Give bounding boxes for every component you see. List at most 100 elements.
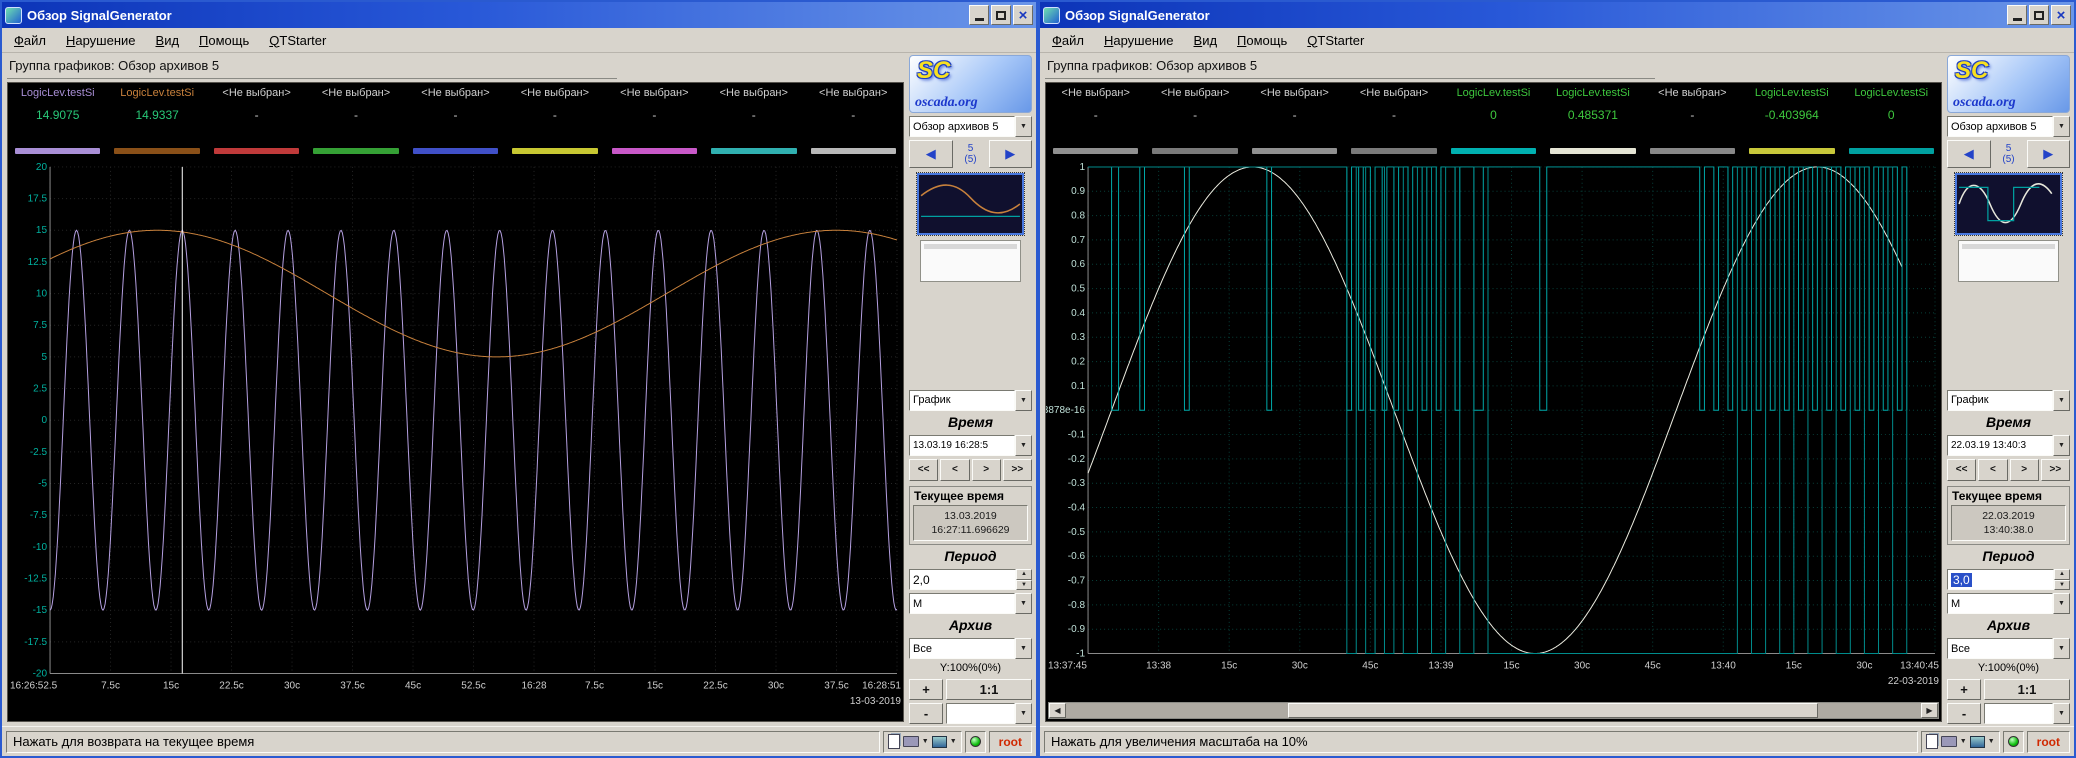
printer-icon[interactable] bbox=[903, 736, 919, 747]
spin-up-icon[interactable]: ▲ bbox=[2054, 569, 2070, 580]
scrollbar-thumb[interactable] bbox=[1288, 703, 1818, 718]
channel-selector[interactable]: <Не выбран>- bbox=[1344, 83, 1443, 161]
step-forward-button[interactable]: > bbox=[2010, 459, 2039, 481]
step-fast-forward-button[interactable]: >> bbox=[1003, 459, 1032, 481]
channel-selector[interactable]: LogicLev.testSi0.485371 bbox=[1543, 83, 1642, 161]
menu-item-файл[interactable]: Файл bbox=[1043, 31, 1093, 50]
period-spinbox[interactable]: 3,0 ▲ ▼ bbox=[1947, 569, 2070, 590]
view-combo[interactable]: График ▼ bbox=[1947, 390, 2070, 411]
chevron-down-icon[interactable]: ▼ bbox=[1015, 593, 1032, 614]
chevron-down-icon[interactable]: ▼ bbox=[950, 738, 957, 745]
chevron-down-icon[interactable]: ▼ bbox=[1015, 435, 1032, 456]
step-fast-back-button[interactable]: << bbox=[1947, 459, 1976, 481]
spin-down-icon[interactable]: ▼ bbox=[1016, 580, 1032, 591]
chevron-down-icon[interactable]: ▼ bbox=[2053, 116, 2070, 137]
step-fast-back-button[interactable]: << bbox=[909, 459, 938, 481]
prev-page-button[interactable]: ◀ bbox=[1947, 140, 1991, 168]
menu-item-вид[interactable]: Вид bbox=[147, 31, 189, 50]
archive-combo[interactable]: Все ▼ bbox=[1947, 638, 2070, 659]
close-button[interactable]: × bbox=[1013, 5, 1033, 25]
display-icon[interactable] bbox=[1970, 736, 1985, 748]
printer-icon[interactable] bbox=[1941, 736, 1957, 747]
titlebar[interactable]: Обзор SignalGenerator × bbox=[2, 2, 1036, 28]
chevron-down-icon[interactable]: ▼ bbox=[1015, 703, 1032, 724]
zoom-out-button[interactable]: - bbox=[909, 703, 943, 724]
minimize-button[interactable] bbox=[969, 5, 989, 25]
step-forward-button[interactable]: > bbox=[972, 459, 1001, 481]
period-spinbox[interactable]: 2,0 ▲ ▼ bbox=[909, 569, 1032, 590]
scale-combo[interactable]: ▼ bbox=[1984, 703, 2070, 724]
next-page-button[interactable]: ▶ bbox=[989, 140, 1033, 168]
scroll-left-icon[interactable]: ◀ bbox=[1049, 703, 1066, 718]
menu-item-qtstarter[interactable]: QTStarter bbox=[1298, 31, 1373, 50]
chevron-down-icon[interactable]: ▼ bbox=[2053, 703, 2070, 724]
titlebar[interactable]: Обзор SignalGenerator × bbox=[1040, 2, 2074, 28]
archive-group-combo[interactable]: Обзор архивов 5 ▼ bbox=[1947, 116, 2070, 137]
zoom-in-button[interactable]: + bbox=[1947, 679, 1981, 700]
zoom-reset-button[interactable]: 1:1 bbox=[1984, 679, 2070, 700]
spin-up-icon[interactable]: ▲ bbox=[1016, 569, 1032, 580]
channel-selector[interactable]: <Не выбран>- bbox=[406, 83, 505, 161]
channel-selector[interactable]: LogicLev.testSi14.9075 bbox=[8, 83, 107, 161]
chevron-down-icon[interactable]: ▼ bbox=[2053, 435, 2070, 456]
chevron-down-icon[interactable]: ▼ bbox=[1015, 638, 1032, 659]
menu-item-нарушение[interactable]: Нарушение bbox=[57, 31, 145, 50]
trend-thumbnail[interactable] bbox=[1955, 173, 2062, 235]
zoom-reset-button[interactable]: 1:1 bbox=[946, 679, 1032, 700]
prev-page-button[interactable]: ◀ bbox=[909, 140, 953, 168]
chevron-down-icon[interactable]: ▼ bbox=[2053, 593, 2070, 614]
trend-plot[interactable]: 16:26:52.57.5с15с22.5с30с37.5с45с52.5с16… bbox=[8, 161, 903, 721]
menu-item-помощь[interactable]: Помощь bbox=[1228, 31, 1296, 50]
chevron-down-icon[interactable]: ▼ bbox=[1988, 738, 1995, 745]
menu-item-нарушение[interactable]: Нарушение bbox=[1095, 31, 1183, 50]
period-unit-combo[interactable]: М ▼ bbox=[909, 593, 1032, 614]
next-page-button[interactable]: ▶ bbox=[2027, 140, 2071, 168]
period-unit-combo[interactable]: М ▼ bbox=[1947, 593, 2070, 614]
channel-selector[interactable]: LogicLev.testSi0 bbox=[1444, 83, 1543, 161]
document-icon[interactable] bbox=[1926, 734, 1938, 749]
time-combo[interactable]: 13.03.19 16:28:5 ▼ bbox=[909, 435, 1032, 456]
menu-item-qtstarter[interactable]: QTStarter bbox=[260, 31, 335, 50]
step-back-button[interactable]: < bbox=[940, 459, 969, 481]
maximize-button[interactable] bbox=[2029, 5, 2049, 25]
channel-selector[interactable]: <Не выбран>- bbox=[207, 83, 306, 161]
channel-selector[interactable]: LogicLev.testSi0 bbox=[1842, 83, 1941, 161]
scroll-right-icon[interactable]: ▶ bbox=[1921, 703, 1938, 718]
spin-down-icon[interactable]: ▼ bbox=[2054, 580, 2070, 591]
channel-selector[interactable]: LogicLev.testSi14.9337 bbox=[107, 83, 206, 161]
display-icon[interactable] bbox=[932, 736, 947, 748]
chevron-down-icon[interactable]: ▼ bbox=[1960, 738, 1967, 745]
channel-selector[interactable]: LogicLev.testSi-0.403964 bbox=[1742, 83, 1841, 161]
document-thumbnail[interactable] bbox=[920, 240, 1021, 282]
channel-selector[interactable]: <Не выбран>- bbox=[505, 83, 604, 161]
minimize-button[interactable] bbox=[2007, 5, 2027, 25]
document-icon[interactable] bbox=[888, 734, 900, 749]
trend-plot[interactable]: 13:37:4513:3815с30с45с13:3915с30с45с13:4… bbox=[1046, 161, 1941, 701]
maximize-button[interactable] bbox=[991, 5, 1011, 25]
channel-selector[interactable]: <Не выбран>- bbox=[1643, 83, 1742, 161]
view-combo[interactable]: График ▼ bbox=[909, 390, 1032, 411]
step-fast-forward-button[interactable]: >> bbox=[2041, 459, 2070, 481]
scale-combo[interactable]: ▼ bbox=[946, 703, 1032, 724]
menu-item-вид[interactable]: Вид bbox=[1185, 31, 1227, 50]
chevron-down-icon[interactable]: ▼ bbox=[2053, 638, 2070, 659]
menu-item-файл[interactable]: Файл bbox=[5, 31, 55, 50]
menu-item-помощь[interactable]: Помощь bbox=[190, 31, 258, 50]
chevron-down-icon[interactable]: ▼ bbox=[1015, 390, 1032, 411]
time-combo[interactable]: 22.03.19 13:40:3 ▼ bbox=[1947, 435, 2070, 456]
channel-selector[interactable]: <Не выбран>- bbox=[1245, 83, 1344, 161]
channel-selector[interactable]: <Не выбран>- bbox=[704, 83, 803, 161]
channel-selector[interactable]: <Не выбран>- bbox=[804, 83, 903, 161]
channel-selector[interactable]: <Не выбран>- bbox=[605, 83, 704, 161]
horizontal-scrollbar[interactable]: ◀ ▶ bbox=[1048, 702, 1939, 719]
document-thumbnail[interactable] bbox=[1958, 240, 2059, 282]
zoom-out-button[interactable]: - bbox=[1947, 703, 1981, 724]
chevron-down-icon[interactable]: ▼ bbox=[922, 738, 929, 745]
step-back-button[interactable]: < bbox=[1978, 459, 2007, 481]
chevron-down-icon[interactable]: ▼ bbox=[1015, 116, 1032, 137]
chevron-down-icon[interactable]: ▼ bbox=[2053, 390, 2070, 411]
channel-selector[interactable]: <Не выбран>- bbox=[306, 83, 405, 161]
zoom-in-button[interactable]: + bbox=[909, 679, 943, 700]
trend-thumbnail[interactable] bbox=[917, 173, 1024, 235]
archive-group-combo[interactable]: Обзор архивов 5 ▼ bbox=[909, 116, 1032, 137]
